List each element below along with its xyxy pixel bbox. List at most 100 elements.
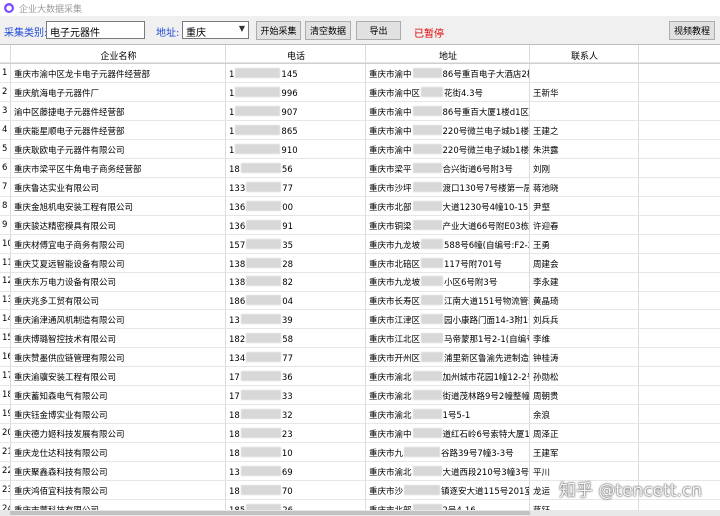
table-row[interactable]: 4重庆能星顺电子元器件经营部1865重庆市渝中220号微兰电子城b1楼20-22… bbox=[0, 120, 720, 140]
extra-cell bbox=[639, 443, 720, 463]
company-name-cell: 重庆材傅宜电子商务有限公司 bbox=[11, 234, 226, 254]
table-row[interactable]: 12重庆东万电力设备有限公司138 82 重庆市九龙坡 小区6号附3号 李永建 bbox=[0, 272, 720, 292]
redaction-mark bbox=[421, 86, 444, 97]
address-visible-prefix: 重庆市沙 bbox=[369, 486, 404, 497]
address-visible-suffix: 马帝蒙那1号2-1(自编号A241) bbox=[444, 335, 529, 346]
header-phone[interactable]: 电话 bbox=[226, 45, 366, 63]
phone-cell: 138 82 bbox=[226, 272, 366, 292]
phone-visible-suffix: 32 bbox=[281, 411, 293, 422]
contact-cell: 周建会 bbox=[530, 253, 639, 273]
row-index: 8 bbox=[0, 196, 11, 216]
table-row[interactable]: 11重庆艾夏远智能设备有限公司138 28 重庆市北碚区 117号附701号 周建会 bbox=[0, 253, 720, 273]
status-text: 已暂停 bbox=[414, 29, 444, 40]
redaction-mark bbox=[412, 181, 442, 192]
address-visible-suffix: 加州城市花园1幢12-2号 bbox=[442, 373, 530, 384]
table-row[interactable]: 19重庆钰金博实业有限公司1832重庆市渝北1号5-1余浪 bbox=[0, 405, 720, 425]
address-visible-suffix: 86号重百电子大酒店2楼13组2# bbox=[442, 70, 529, 80]
start-collect-button[interactable]: 开始采集 bbox=[256, 21, 301, 40]
address-visible-suffix: 大道1230号4幢10-15 bbox=[442, 202, 529, 213]
table-row[interactable]: 2 重庆航海电子元器件厂 1 996 重庆市渝中区 花街4.3号 王新华 bbox=[0, 82, 720, 103]
contact-cell: 余浪 bbox=[530, 405, 639, 425]
phone-cell: 18 56 bbox=[226, 158, 366, 178]
table-row[interactable]: 21重庆龙仕达科技有限公司1810重庆市九谷路39号7幢3-3号王建军 bbox=[0, 443, 720, 463]
extra-cell bbox=[639, 235, 720, 254]
redaction-mark bbox=[246, 333, 282, 344]
table-row[interactable]: 1重庆市渝中区龙卡电子元器件经营部1 145 重庆市渝中 86号重百电子大酒店2楼13… bbox=[0, 64, 720, 84]
table-row[interactable]: 7重庆鲁达实业有限公司133 77 重庆市沙坪 渡口130号7号楼第一层1-8-35号… bbox=[0, 177, 720, 197]
phone-visible-suffix: 91 bbox=[282, 221, 294, 232]
phone-cell: 1 907 bbox=[226, 101, 366, 121]
phone-visible-prefix: 13 bbox=[229, 316, 240, 327]
data-grid[interactable]: 企业名称 电话 地址 联系人 1 重庆市渝中区龙卡电子元器件经营部 1 145 重庆市渝… bbox=[0, 44, 720, 510]
phone-visible-prefix: 1 bbox=[229, 126, 235, 137]
extra-cell bbox=[639, 367, 720, 387]
extra-cell bbox=[639, 500, 720, 510]
address-cell: 重庆市渝北 大道西段210号3幢3号附20-07-000847号 bbox=[366, 461, 530, 482]
header-contact[interactable]: 联系人 bbox=[530, 45, 639, 63]
phone-cell: 1 910 bbox=[226, 139, 366, 159]
company-name-cell: 重庆金旭机电安装工程有限公司 bbox=[11, 196, 226, 216]
clear-data-button[interactable]: 清空数据 bbox=[305, 21, 351, 40]
address-visible-suffix: 浦里新区鲁渝先进制造产业园办公楼 bbox=[444, 354, 530, 365]
table-row[interactable]: 8 重庆金旭机电安装工程有限公司 136 00 重庆市北部 大道1230号4幢10-15 尹… bbox=[0, 196, 720, 216]
export-button[interactable]: 导出 bbox=[356, 21, 401, 40]
address-visible-prefix: 重庆市九龙坡 bbox=[369, 278, 421, 289]
table-row[interactable]: 6 重庆市梁平区牛角电子商务经营部 18 56 重庆市梁平 合兴街道6号附3号 刘刚 bbox=[0, 158, 720, 178]
redaction-mark bbox=[240, 465, 281, 476]
table-row[interactable]: 10重庆材傅宜电子商务有限公司157 35 重庆市九龙坡 588号6幢(自编号:F2-… bbox=[0, 234, 720, 254]
table-row[interactable]: 3渝中区藤捷电子元器件经营部1907重庆市渝中86号重百大厦1楼d1区柜台 bbox=[0, 101, 720, 121]
phone-visible-suffix: 69 bbox=[281, 467, 293, 478]
table-row[interactable]: 13重庆兆多工贸有限公司186 04 重庆市长寿区 江南大道151号物流管理中心黄晶琦 bbox=[0, 291, 720, 311]
table-row[interactable]: 20重庆德力姬科技发展有限公司1823重庆市渝中道红石岭6号索特大厦1幢19-4… bbox=[0, 424, 720, 444]
row-index: 23 bbox=[0, 480, 11, 500]
redaction-mark bbox=[421, 238, 444, 249]
redaction-mark bbox=[412, 428, 442, 439]
app-logo-icon: ● bbox=[4, 3, 14, 13]
table-row[interactable]: 16重庆赞墨供应链管理有限公司134 77 重庆市开州区 浦里新区鲁渝先进制造产业园办… bbox=[0, 348, 720, 368]
region-select[interactable]: 重庆 ▼ bbox=[182, 21, 249, 39]
window-title: 企业大数据采集 bbox=[19, 4, 83, 15]
company-name-cell: 重庆东万电力设备有限公司 bbox=[11, 272, 226, 292]
phone-visible-prefix: 17 bbox=[229, 392, 240, 403]
company-name-cell: 重庆航海电子元器件厂 bbox=[11, 82, 226, 103]
phone-visible-prefix: 18 bbox=[229, 430, 240, 441]
contact-cell: 许迎春 bbox=[530, 215, 639, 235]
address-cell: 重庆市渝中 220号微兰电子城b1楼20-22# bbox=[366, 120, 530, 140]
phone-visible-suffix: 23 bbox=[281, 430, 293, 441]
table-row[interactable]: 18重庆蓄知森电气有限公司1733重庆市渝北街道茂林路9号2幢整幢(201室)周… bbox=[0, 386, 720, 406]
phone-visible-suffix: 77 bbox=[282, 354, 294, 365]
address-visible-suffix: 588号6幢(自编号:F2-24-27, bbox=[444, 240, 529, 251]
phone-visible-suffix: 00 bbox=[282, 202, 294, 213]
header-company[interactable]: 企业名称 bbox=[11, 45, 226, 63]
row-index: 6 bbox=[0, 158, 11, 178]
redaction-mark bbox=[240, 314, 281, 325]
address-cell: 重庆市沙 镇逐安大道115号201室-340-6 bbox=[366, 480, 530, 500]
address-visible-prefix: 重庆市渝北 bbox=[369, 373, 412, 384]
contact-cell: 刘兵兵 bbox=[530, 310, 639, 330]
video-tutorial-button[interactable]: 视频教程 bbox=[669, 21, 715, 40]
address-visible-prefix: 重庆市渝北 bbox=[369, 467, 412, 478]
row-index: 16 bbox=[0, 348, 11, 368]
row-index: 20 bbox=[0, 424, 11, 444]
phone-visible-suffix: 865 bbox=[281, 126, 298, 137]
table-row[interactable]: 15重庆博璐智控技术有限公司182 58 重庆市江北区 马帝蒙那1号2-1(自编号A2… bbox=[0, 329, 720, 349]
row-index: 22 bbox=[0, 461, 11, 482]
redaction-mark bbox=[412, 105, 442, 116]
table-row[interactable]: 9 重庆骏达精密模具有限公司 136 91 重庆市铜梁 产业大道66号附E03栋 许迎春 bbox=[0, 215, 720, 235]
table-row[interactable]: 5重庆耿欧电子元器件有限公司1910重庆市渝中220号微兰电子城b1楼1919号… bbox=[0, 139, 720, 159]
extra-cell bbox=[639, 140, 720, 159]
company-name-cell: 重庆德力姬科技发展有限公司 bbox=[11, 424, 226, 444]
table-row[interactable]: 17重庆渝骥安装工程有限公司1736重庆市渝北加州城市花园1幢12-2号孙勋松 bbox=[0, 367, 720, 387]
scrollbar-thumb[interactable] bbox=[10, 511, 530, 515]
redaction-mark bbox=[240, 162, 281, 173]
horizontal-scrollbar[interactable] bbox=[0, 510, 720, 516]
table-row[interactable]: 24重庆市蒙科技有限公司18526重庆市北部2号4-16蒋钰 bbox=[0, 499, 720, 510]
row-index: 5 bbox=[0, 139, 11, 159]
redaction-mark bbox=[240, 428, 281, 439]
row-index: 1 bbox=[0, 64, 11, 84]
table-row[interactable]: 14重庆渝津通风机制造有限公司13 39 重庆市江津区 园小康路门面14-3附1号刘兵… bbox=[0, 310, 720, 330]
category-input[interactable]: 电子元器件 bbox=[46, 21, 145, 39]
header-address[interactable]: 地址 bbox=[366, 45, 530, 63]
phone-visible-prefix: 157 bbox=[229, 240, 246, 251]
address-cell: 重庆市北部2号4-16 bbox=[366, 499, 530, 510]
